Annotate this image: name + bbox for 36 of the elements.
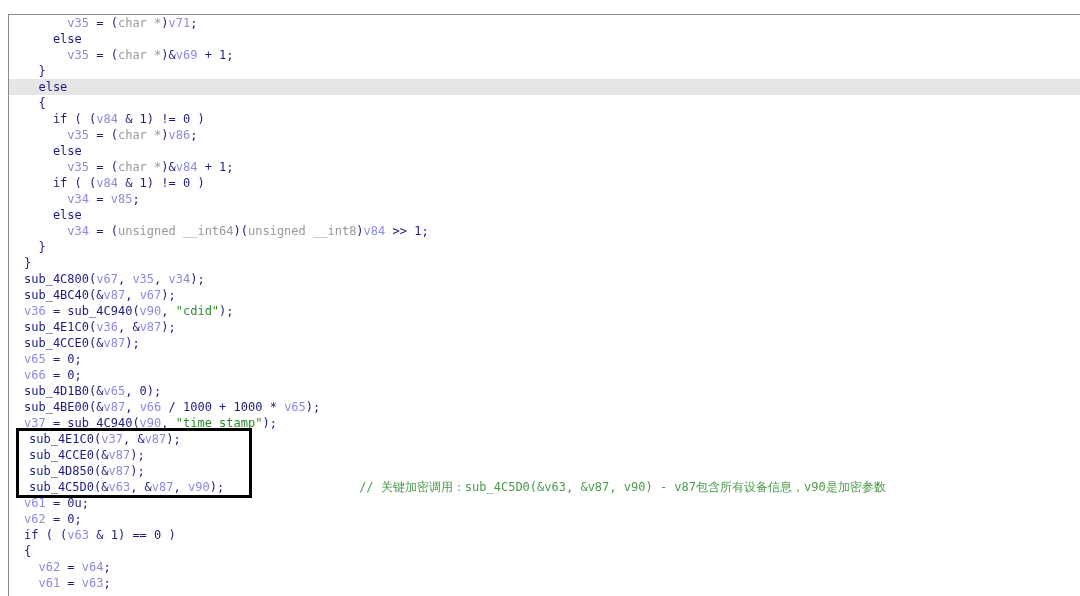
code-line: else bbox=[51, 143, 82, 159]
code-line: v34 = v85; bbox=[66, 191, 140, 207]
code-line: if ( (v63 & 1) == 0 ) bbox=[23, 527, 176, 543]
code-line: v62 = 0; bbox=[23, 511, 82, 527]
code-line: sub_4E1C0(v36, &v87); bbox=[23, 319, 176, 335]
code-line: v36 = sub_4C940(v90, "cdid"); bbox=[23, 303, 234, 319]
code-line: { bbox=[37, 95, 46, 111]
code-line: } bbox=[23, 255, 32, 271]
code-line: sub_4CCE0(&v87); bbox=[23, 335, 140, 351]
code-line: v61 = 0u; bbox=[23, 495, 90, 511]
code-line: v34 = (unsigned __int64)(unsigned __int8)v84 >> 1; bbox=[66, 223, 429, 239]
code-line: sub_4BC40(&v87, v67); bbox=[23, 287, 176, 303]
code-line: v35 = (char *)&v84 + 1; bbox=[66, 159, 234, 175]
code-line: { bbox=[23, 543, 32, 559]
code-line: } bbox=[37, 239, 46, 255]
code-line: v62 = v64; bbox=[37, 559, 111, 575]
code-line: v35 = (char *)v86; bbox=[66, 127, 198, 143]
code-line: v65 = 0; bbox=[23, 351, 82, 367]
code-line: else bbox=[51, 207, 82, 223]
code-line: if ( (v84 & 1) != 0 ) bbox=[51, 175, 205, 191]
code-line: v66 = 0; bbox=[23, 367, 82, 383]
code-line: sub_4BE00(&v87, v66 / 1000 + 1000 * v65); bbox=[23, 399, 321, 415]
code-line: v35 = (char *)v71; bbox=[66, 15, 198, 31]
code-line: sub_4C800(v67, v35, v34); bbox=[23, 271, 205, 287]
code-line: v61 = v63; bbox=[37, 575, 111, 591]
code-line: v35 = (char *)&v69 + 1; bbox=[66, 47, 234, 63]
code-comment: // 关键加密调用：sub_4C5D0(&v63, &v87, v90) - v87包含所有设备信息，v90是加密参数 bbox=[359, 479, 886, 495]
code-line: sub_4D850(&v87); bbox=[28, 463, 145, 479]
code-line: else bbox=[51, 31, 82, 47]
code-line: if ( (v84 & 1) != 0 ) bbox=[51, 111, 205, 127]
code-line: sub_4C5D0(&v63, &v87, v90); bbox=[28, 479, 225, 495]
code-line: } bbox=[37, 63, 46, 79]
code-line: v37 = sub_4C940(v90, "time stamp"); bbox=[23, 415, 277, 431]
code-line: sub_4CCE0(&v87); bbox=[28, 447, 145, 463]
code-line: sub_4E1C0(v37, &v87); bbox=[28, 431, 181, 447]
code-line: sub_4D1B0(&v65, 0); bbox=[23, 383, 162, 399]
